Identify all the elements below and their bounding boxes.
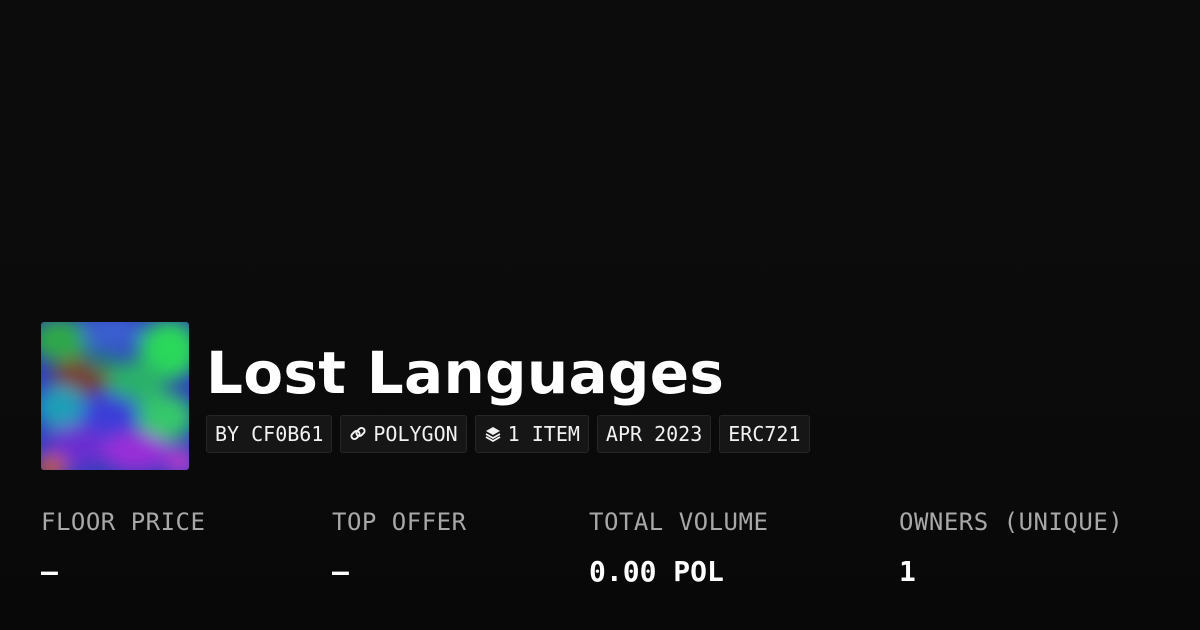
- layers-icon: [484, 425, 502, 443]
- total-volume-stat: TOTAL VOLUME 0.00 POL: [589, 505, 768, 589]
- creator-label: BY CF0B61: [215, 422, 324, 446]
- standard-label: ERC721: [728, 422, 801, 446]
- chain-label: POLYGON: [373, 422, 458, 446]
- link-icon: [349, 425, 367, 443]
- owners-stat: OWNERS (UNIQUE) 1: [899, 505, 1123, 589]
- floor-price-label: FLOOR PRICE: [41, 508, 206, 536]
- collection-artwork: [41, 322, 189, 470]
- top-offer-value: –: [332, 555, 349, 588]
- items-label: 1 ITEM: [507, 422, 580, 446]
- collection-thumbnail: [41, 322, 189, 470]
- creator-tag[interactable]: BY CF0B61: [206, 415, 333, 453]
- floor-price-value: –: [41, 555, 58, 588]
- floor-price-stat: FLOOR PRICE –: [41, 505, 205, 589]
- chain-tag[interactable]: POLYGON: [340, 415, 467, 453]
- items-tag[interactable]: 1 ITEM: [474, 415, 589, 453]
- total-volume-value: 0.00 POL: [589, 555, 724, 588]
- top-offer-stat: TOP OFFER –: [332, 505, 467, 589]
- total-volume-label: TOTAL VOLUME: [589, 508, 769, 536]
- date-label: APR 2023: [605, 422, 703, 446]
- collection-tags: BY CF0B61 POLYGON 1 ITEM APR 2023 ERC721: [206, 415, 810, 453]
- collection-title: Lost Languages: [206, 339, 725, 407]
- top-offer-label: TOP OFFER: [332, 508, 467, 536]
- owners-value: 1: [899, 555, 916, 588]
- standard-tag: ERC721: [719, 415, 810, 453]
- owners-label: OWNERS (UNIQUE): [899, 508, 1124, 536]
- date-tag: APR 2023: [596, 415, 712, 453]
